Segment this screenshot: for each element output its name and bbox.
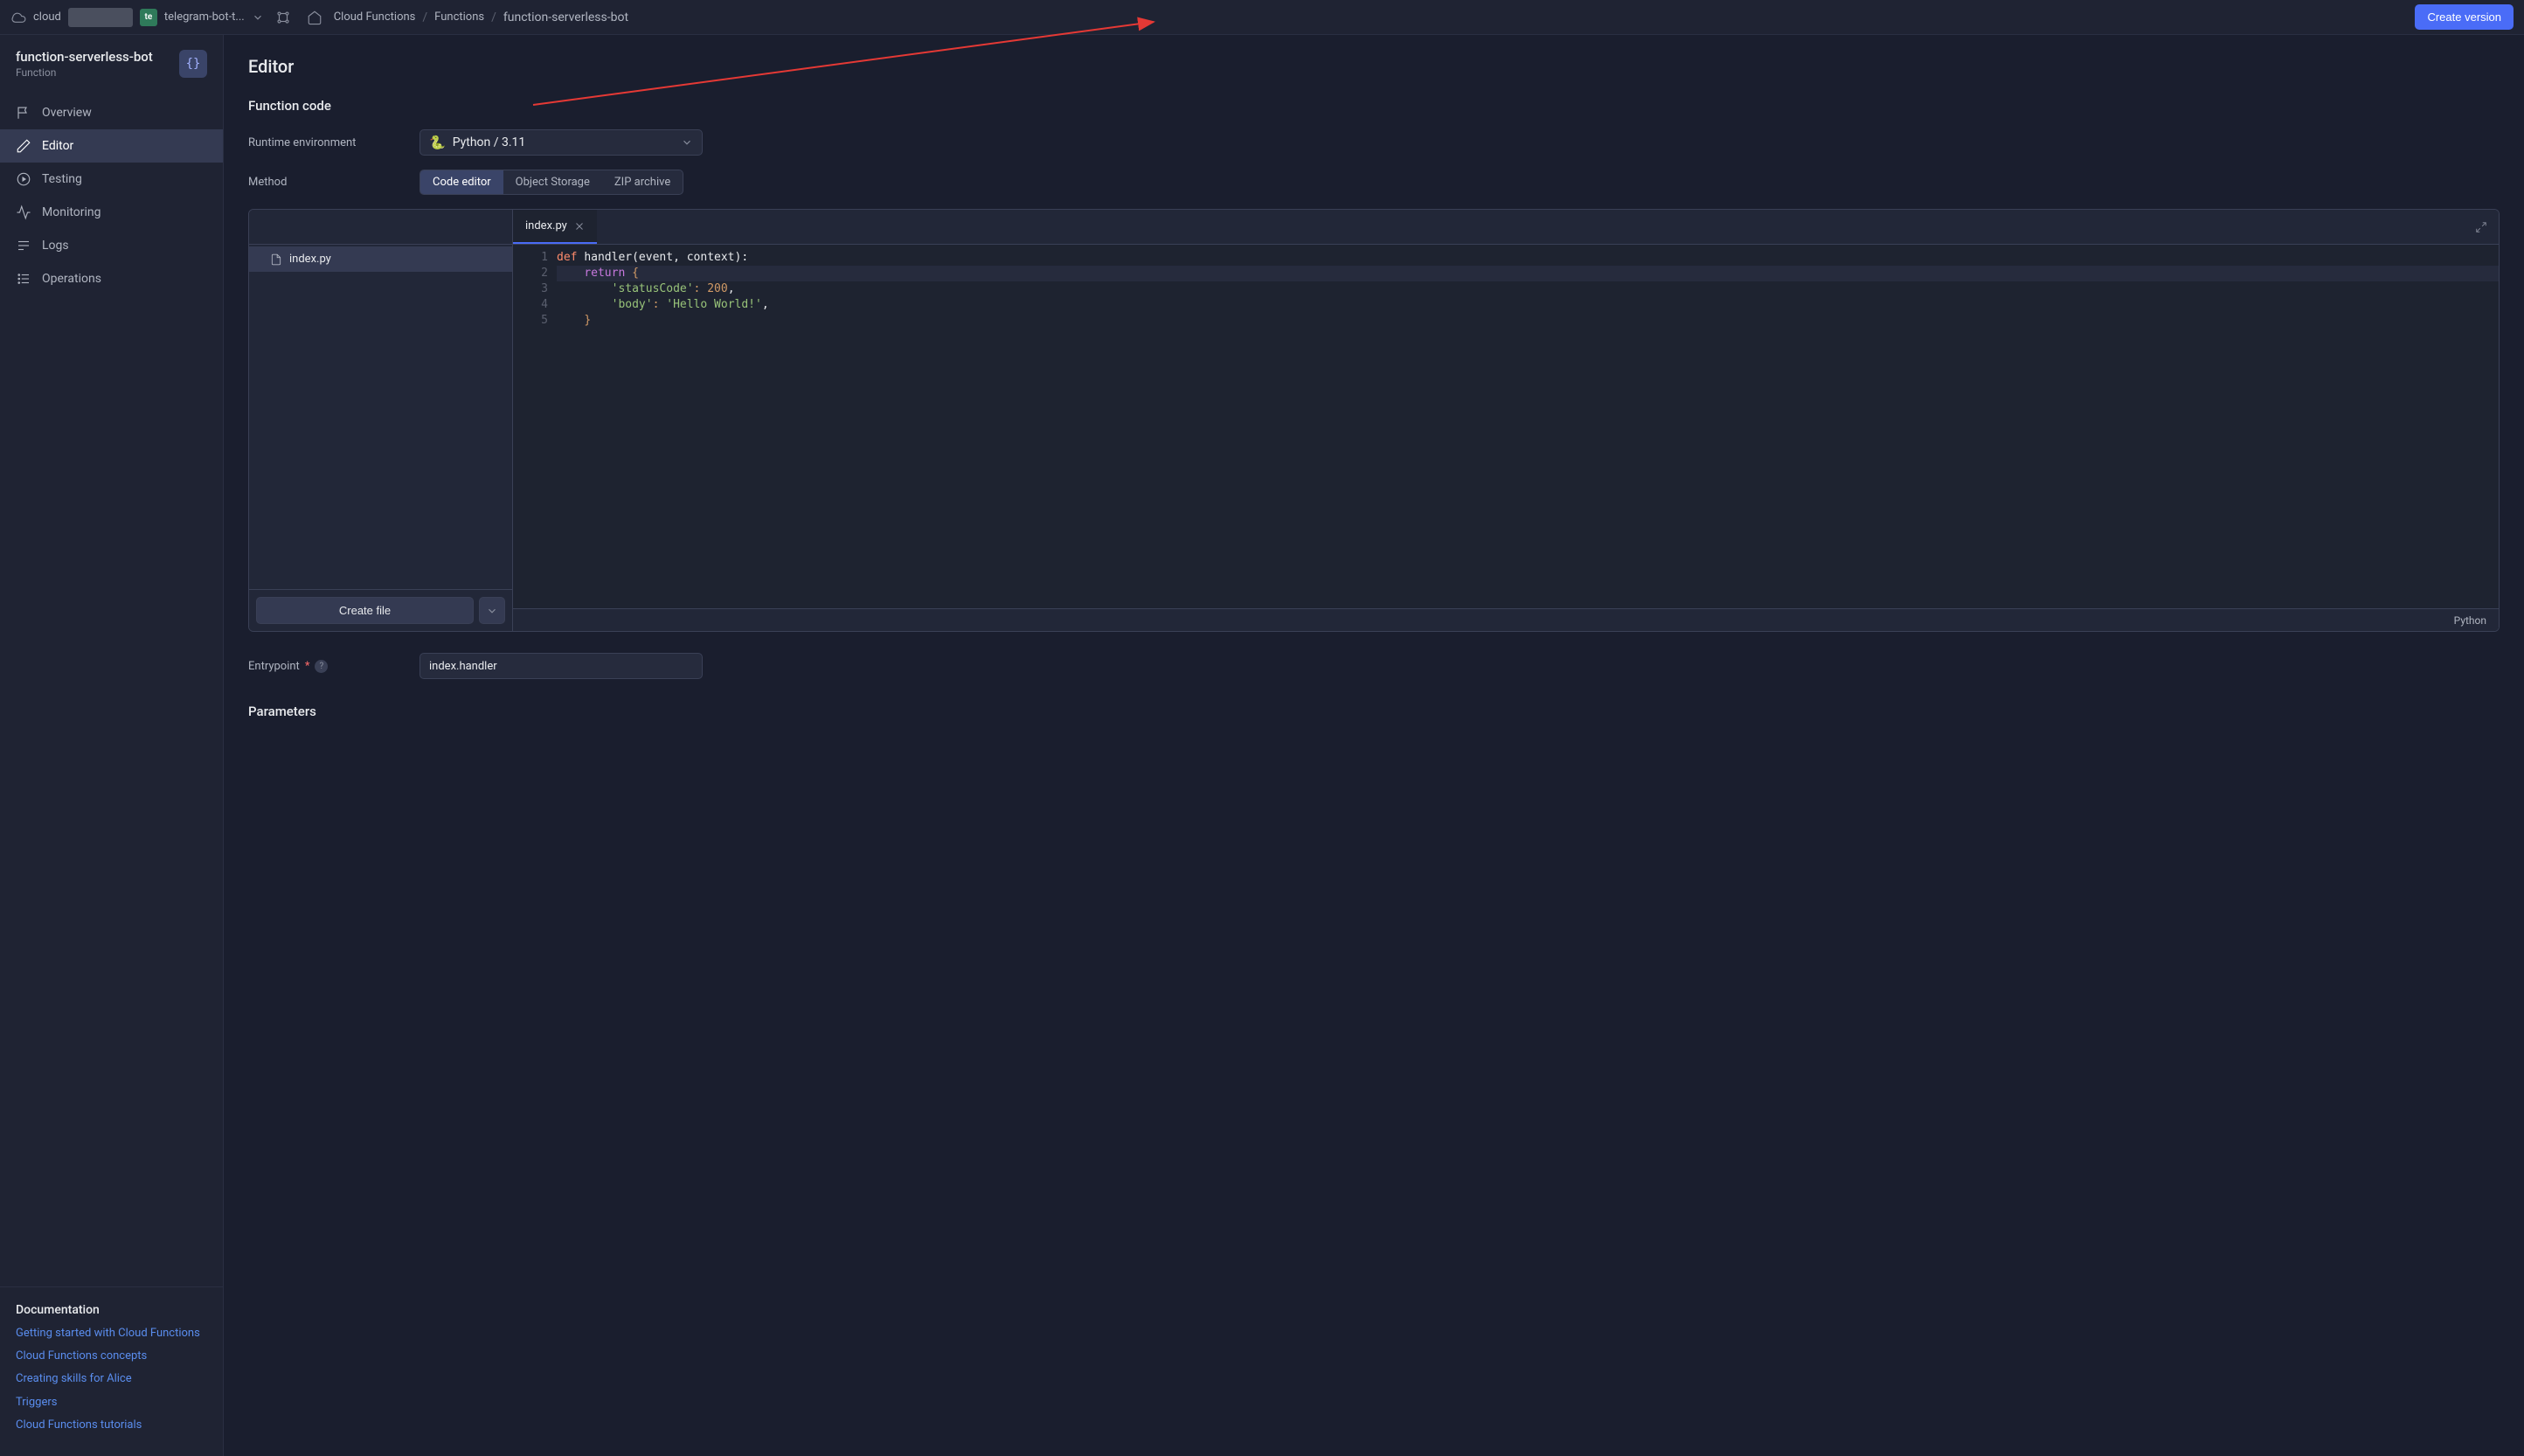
fullscreen-button[interactable] [2464,210,2499,244]
runtime-select[interactable]: 🐍 Python / 3.11 [420,129,703,156]
sidebar-item-label: Overview [42,106,92,120]
flag-icon [16,105,31,121]
sidebar-item-operations[interactable]: Operations [0,262,223,295]
list-icon [16,271,31,287]
function-subtitle: Function [16,66,170,79]
file-name: index.py [289,253,331,266]
editor-tabs: index.py [513,210,2499,245]
sidebar-item-editor[interactable]: Editor [0,129,223,163]
redacted-cloud-id [68,8,133,27]
pulse-icon [16,205,31,220]
editor-status-bar: Python [513,608,2499,631]
runtime-value: Python / 3.11 [453,135,526,149]
cloud-icon [10,10,26,25]
code-area[interactable]: 1 2 3 4 5 def handler(event, context): r… [513,245,2499,608]
method-tab-code-editor[interactable]: Code editor [420,170,503,194]
breadcrumb-cloud-functions[interactable]: Cloud Functions [334,10,416,24]
doc-link-getting-started[interactable]: Getting started with Cloud Functions [16,1326,207,1342]
create-file-more-button[interactable] [479,597,505,624]
method-tab-zip-archive[interactable]: ZIP archive [602,170,683,194]
sidebar-item-label: Testing [42,172,82,186]
sidebar-item-label: Editor [42,139,73,153]
close-icon[interactable] [574,221,585,232]
sidebar-nav: Overview Editor Testing Monitoring Logs [0,89,223,302]
method-tab-object-storage[interactable]: Object Storage [503,170,602,194]
sidebar-header: function-serverless-bot Function {} [0,35,223,89]
cloud-label: cloud [33,10,61,24]
breadcrumb-sep: / [422,10,427,24]
sidebar-item-label: Monitoring [42,205,101,219]
function-title: function-serverless-bot [16,49,170,65]
sidebar-item-logs[interactable]: Logs [0,229,223,262]
resource-map-button[interactable] [271,5,295,30]
editor-pane: index.py 1 2 3 [513,210,2499,631]
help-icon[interactable]: ? [315,660,328,673]
org-badge[interactable]: te [140,9,157,26]
code-editor: index.py Create file [248,209,2500,632]
create-file-button[interactable]: Create file [256,597,474,624]
doc-link-triggers[interactable]: Triggers [16,1395,207,1411]
doc-link-tutorials[interactable]: Cloud Functions tutorials [16,1418,207,1433]
file-tree: index.py Create file [249,210,513,631]
project-selector[interactable]: telegram-bot-t... [164,10,245,24]
method-tabs: Code editor Object Storage ZIP archive [420,170,683,195]
expand-icon [2475,221,2487,233]
chevron-down-icon [681,136,693,149]
pencil-icon [16,138,31,154]
entrypoint-label: Entrypoint* ? [248,660,420,673]
play-icon [16,171,31,187]
doc-link-concepts[interactable]: Cloud Functions concepts [16,1349,207,1364]
function-code-title: Function code [248,98,2500,114]
sidebar-item-label: Operations [42,272,101,286]
sidebar-item-testing[interactable]: Testing [0,163,223,196]
create-version-button[interactable]: Create version [2415,4,2514,30]
editor-tab-index-py[interactable]: index.py [513,210,597,244]
doc-link-alice[interactable]: Creating skills for Alice [16,1371,207,1387]
code-lines: def handler(event, context): return { 's… [557,245,2499,608]
file-tree-header [249,210,512,245]
parameters-title: Parameters [248,704,2500,719]
function-badge-icon: {} [179,50,207,78]
runtime-label: Runtime environment [248,136,420,149]
breadcrumb-sep: / [491,10,496,24]
page-title: Editor [248,56,2500,77]
logs-icon [16,238,31,253]
file-icon [270,253,282,266]
line-gutter: 1 2 3 4 5 [513,245,557,608]
sidebar-item-overview[interactable]: Overview [0,96,223,129]
sidebar-item-monitoring[interactable]: Monitoring [0,196,223,229]
file-item-index-py[interactable]: index.py [249,246,512,272]
sidebar-item-label: Logs [42,239,69,253]
content: Editor Function code Runtime environment… [224,35,2524,1456]
chevron-down-icon [486,605,498,617]
required-indicator: * [305,660,310,673]
documentation-title: Documentation [16,1303,207,1317]
breadcrumb-functions[interactable]: Functions [434,10,484,24]
chevron-down-icon[interactable] [252,11,264,24]
topbar: cloud te telegram-bot-t... Cloud Functio… [0,0,2524,35]
home-button[interactable] [302,5,327,30]
editor-tab-label: index.py [525,219,567,232]
documentation-section: Documentation Getting started with Cloud… [0,1286,223,1456]
python-icon: 🐍 [429,135,446,150]
editor-lang: Python [2454,614,2486,627]
sidebar: function-serverless-bot Function {} Over… [0,35,224,1456]
breadcrumb-current: function-serverless-bot [503,10,628,24]
method-label: Method [248,176,420,189]
entrypoint-input[interactable] [420,653,703,679]
